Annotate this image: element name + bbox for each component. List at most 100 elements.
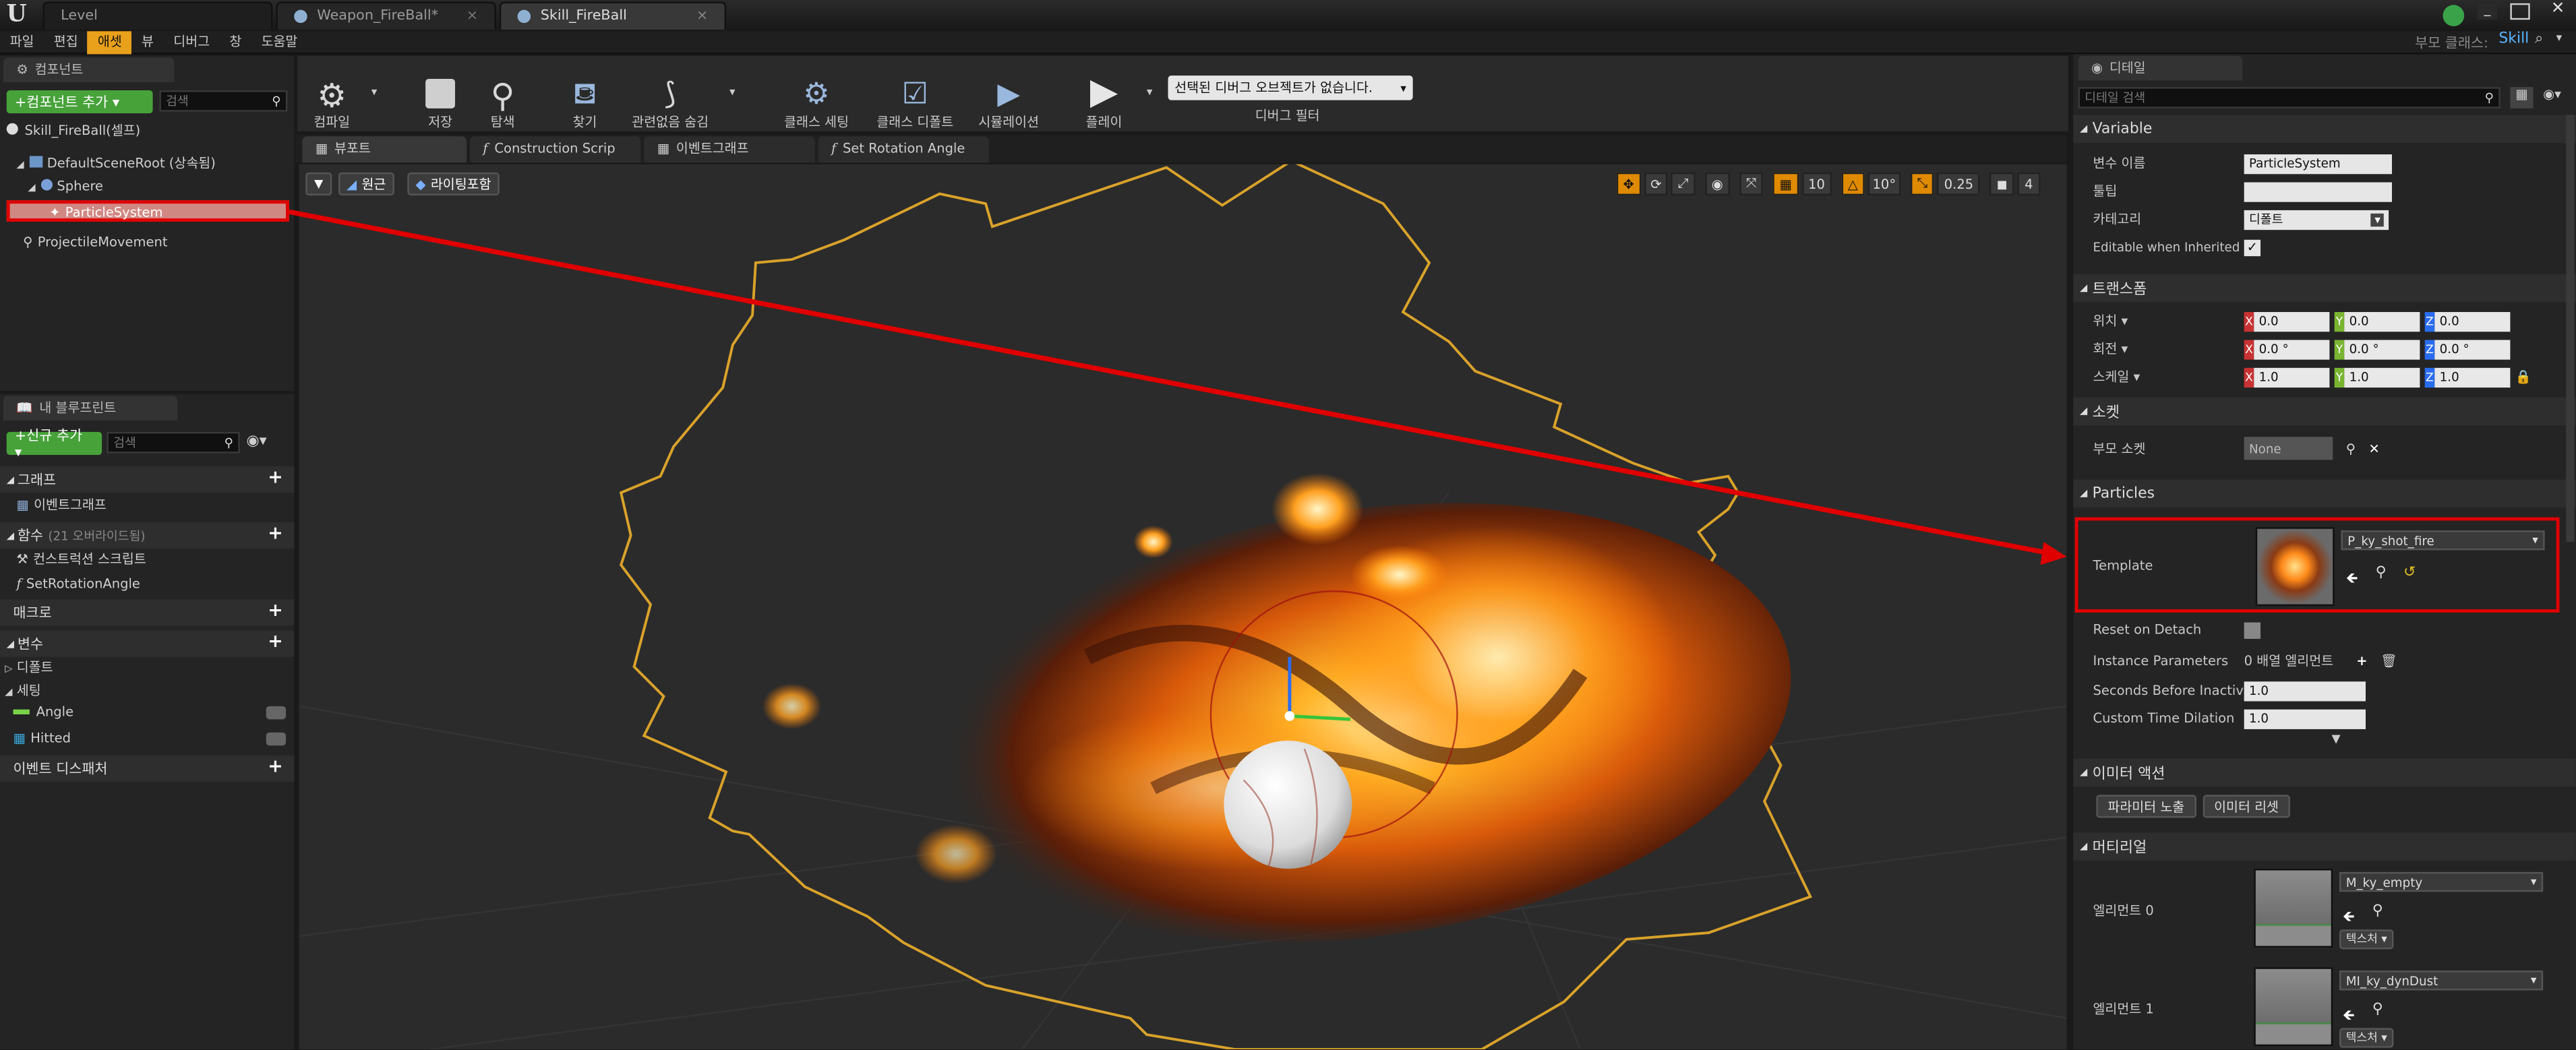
search-icon[interactable]: ⌕ (2535, 31, 2543, 47)
menu-asset[interactable]: 애셋 (88, 30, 132, 54)
use-selected-icon[interactable]: 🡸 (2343, 1003, 2355, 1030)
location-y[interactable]: Y 0.0 (2334, 311, 2420, 332)
component-search-input[interactable]: 검색 ⚲ (159, 90, 288, 112)
scale-y[interactable]: Y 1.0 (2334, 367, 2420, 387)
compile-button[interactable]: ⚙ 컴파일 (302, 56, 361, 131)
visibility-icon[interactable] (266, 732, 287, 746)
editable-checkbox[interactable]: ✓ (2244, 239, 2261, 255)
tree-item-sphere[interactable]: ◢ Sphere (28, 176, 103, 199)
tree-item-defaultsceneroot[interactable]: ◢ DefaultSceneRoot (상속됨) (16, 153, 216, 176)
scale-snap-value[interactable]: 0.25 (1937, 172, 1981, 195)
rotation-snap-value[interactable]: 10° (1867, 172, 1901, 195)
details-scrollbar[interactable] (2566, 115, 2575, 543)
add-element-icon[interactable]: + (2356, 653, 2367, 668)
seconds-inactive-input[interactable]: 1.0 (2244, 681, 2366, 701)
function-item-set-rotation-angle[interactable]: f SetRotationAngle (16, 573, 140, 596)
lock-icon[interactable]: 🔒 (2515, 369, 2532, 384)
grid-snap-value[interactable]: 10 (1801, 172, 1832, 195)
add-function-icon[interactable]: + (268, 524, 282, 542)
source-control-icon[interactable] (2443, 5, 2465, 26)
menu-window[interactable]: 창 (220, 30, 251, 53)
add-new-button[interactable]: +신규 추가 ▾ (6, 429, 102, 462)
simulation-button[interactable]: ▶ 시뮬레이션 (973, 56, 1045, 131)
use-selected-icon[interactable]: 🡸 (2343, 905, 2355, 931)
scale-x[interactable]: X 1.0 (2244, 367, 2330, 387)
material-1-select[interactable]: MI_ky_dynDust ▾ (2339, 970, 2544, 991)
location-x-value[interactable]: 0.0 (2254, 311, 2330, 332)
class-defaults-button[interactable]: ☑ 클래스 디폴트 (871, 56, 960, 131)
parent-socket-input[interactable]: None (2244, 437, 2333, 460)
tab-weapon-fireball[interactable]: Weapon_FireBall* × (276, 1, 496, 30)
viewport-options-button[interactable]: ▼ (305, 172, 332, 195)
rotation-z[interactable]: Z 0.0 ° (2424, 339, 2511, 359)
expand-more-icon[interactable]: ▼ (2073, 733, 2566, 749)
template-thumbnail[interactable] (2255, 527, 2335, 607)
minimize-button[interactable]: _ (2477, 3, 2497, 20)
category-setting[interactable]: ◢ 세팅 (5, 680, 40, 703)
hide-unrelated-options-icon[interactable]: ▾ (729, 86, 736, 98)
eye-icon[interactable]: ◉▾ (2543, 87, 2561, 102)
use-selected-icon[interactable]: 🡸 (2346, 567, 2358, 593)
translate-mode-icon[interactable]: ✥ (1616, 172, 1641, 195)
browse-icon[interactable]: ⚲ (2372, 1001, 2383, 1018)
variable-name-input[interactable]: ParticleSystem (2244, 153, 2392, 174)
blueprint-search-input[interactable]: 검색 ⚲ (107, 431, 240, 454)
property-matrix-icon[interactable]: ▦ (2510, 87, 2534, 109)
add-component-button[interactable]: +컴포넌트 추가 ▾ (6, 90, 153, 114)
section-functions[interactable]: ◢ 함수 (21 오버라이드됨) + (0, 522, 295, 549)
tab-level[interactable]: Level (42, 1, 273, 30)
tab-construction-script[interactable]: f Construction Scrip (469, 135, 641, 162)
variable-item-angle[interactable]: Angle (13, 702, 289, 724)
play-options-icon[interactable]: ▾ (1147, 86, 1153, 98)
grid-snap-icon[interactable]: ▦ (1772, 172, 1799, 195)
search-icon[interactable]: ⚲ (2346, 441, 2356, 456)
maximize-button[interactable] (2510, 3, 2530, 20)
tab-set-rotation-angle[interactable]: f Set Rotation Angle (818, 135, 989, 162)
material-0-select[interactable]: M_ky_empty ▾ (2339, 871, 2544, 892)
material-0-thumbnail[interactable] (2254, 869, 2333, 948)
location-z-value[interactable]: 0.0 (2434, 311, 2511, 332)
rotation-x[interactable]: X 0.0 ° (2244, 339, 2330, 359)
tree-item-particlesystem[interactable]: ✦ ParticleSystem (6, 200, 289, 222)
rotation-x-value[interactable]: 0.0 ° (2254, 339, 2330, 359)
section-emitter-actions[interactable]: ◢ 이미터 액션 (2073, 758, 2576, 787)
tooltip-input[interactable] (2244, 181, 2392, 202)
tab-details[interactable]: ◉ 디테일 (2078, 55, 2243, 81)
visibility-icon[interactable] (266, 706, 287, 720)
tab-event-graph[interactable]: ▦ 이벤트그래프 (644, 135, 815, 162)
eye-icon[interactable]: ◉▾ (247, 433, 267, 450)
section-variable[interactable]: ◢ Variable (2073, 115, 2576, 144)
menu-file[interactable]: 파일 (0, 30, 44, 53)
location-y-value[interactable]: 0.0 (2344, 311, 2420, 332)
surface-snap-icon[interactable]: ⤧ (1739, 172, 1764, 195)
find-button[interactable]: ⛾ 찾기 (559, 56, 611, 131)
template-select[interactable]: P_ky_shot_fire ▾ (2341, 530, 2545, 551)
camera-speed-icon[interactable]: ◼ (1989, 172, 2014, 195)
rotate-mode-icon[interactable]: ⟳ (1644, 172, 1669, 195)
world-local-icon[interactable]: ◉ (1704, 172, 1730, 195)
graph-item-event-graph[interactable]: ▦ 이벤트그래프 (16, 494, 106, 517)
rotation-y-value[interactable]: 0.0 ° (2344, 339, 2420, 359)
tab-skill-fireball[interactable]: Skill_FireBall × (499, 1, 727, 30)
category-default[interactable]: ▷ 디폴트 (5, 657, 53, 680)
rotation-snap-icon[interactable]: △ (1841, 172, 1865, 195)
lit-button[interactable]: ◆ 라이팅포함 (407, 172, 500, 195)
material-1-thumbnail[interactable] (2254, 967, 2333, 1047)
rotation-z-value[interactable]: 0.0 ° (2434, 339, 2511, 359)
unreal-logo[interactable]: U (7, 1, 27, 28)
tree-item-projectilemovement[interactable]: ⚲ ProjectileMovement (23, 232, 167, 255)
texture-button[interactable]: 텍스처 ▾ (2339, 929, 2394, 950)
tab-viewport[interactable]: ▦ 뷰포트 (302, 135, 467, 162)
rotation-y[interactable]: Y 0.0 ° (2334, 339, 2420, 359)
add-macro-icon[interactable]: + (268, 601, 282, 619)
scale-z-value[interactable]: 1.0 (2434, 367, 2511, 387)
texture-button[interactable]: 텍스처 ▾ (2339, 1028, 2394, 1048)
add-variable-icon[interactable]: + (268, 632, 282, 650)
trash-icon[interactable]: 🗑 (2380, 653, 2397, 668)
scale-y-value[interactable]: 1.0 (2344, 367, 2420, 387)
section-variables[interactable]: ◢ 변수 + (0, 630, 295, 657)
close-icon[interactable]: × (696, 8, 708, 24)
save-button[interactable]: 저장 (416, 56, 465, 131)
menu-debug[interactable]: 디버그 (164, 30, 220, 53)
menu-help[interactable]: 도움말 (251, 30, 307, 53)
